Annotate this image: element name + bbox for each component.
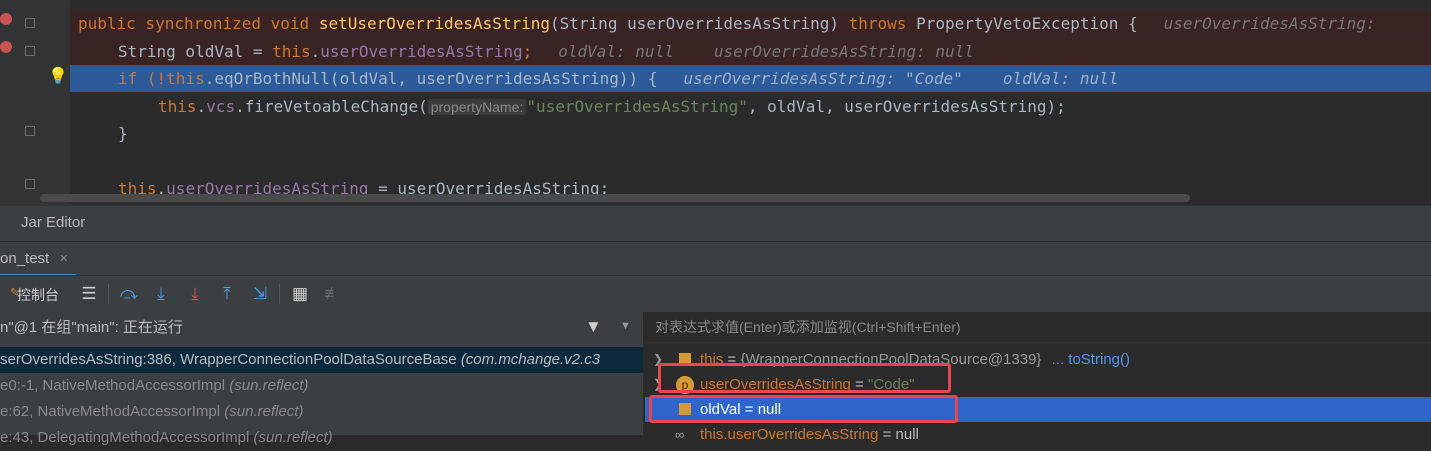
step-into-icon[interactable]: ⤓ bbox=[150, 283, 172, 305]
code-text: . bbox=[196, 97, 207, 116]
frame-method: serOverridesAsString:386, WrapperConnect… bbox=[0, 351, 457, 368]
debug-toolbar: ✎ 控制台 ☰ ⤼ ⤓ ⤓ ⤒ ⇲ ▦ ≢ bbox=[0, 275, 1431, 313]
run-to-cursor-icon[interactable]: ⇲ bbox=[249, 283, 271, 305]
frame-method: e:62, NativeMethodAccessorImpl bbox=[0, 403, 221, 420]
frame-row[interactable]: e0:-1, NativeMethodAccessorImpl (sun.ref… bbox=[0, 373, 643, 399]
step-over-icon[interactable]: ⤼ bbox=[118, 283, 140, 305]
parameter-hint: propertyName: bbox=[427, 99, 527, 115]
jar-editor-bar[interactable]: Jar Editor bbox=[0, 205, 1431, 242]
tab-label: on_test bbox=[0, 250, 50, 267]
frame-row[interactable]: e:62, NativeMethodAccessorImpl (sun.refl… bbox=[0, 399, 643, 425]
fold-marker-icon[interactable] bbox=[25, 18, 35, 28]
highlight-box bbox=[658, 363, 951, 393]
method-name: setUserOverridesAsString bbox=[318, 14, 551, 33]
toolbar-divider bbox=[279, 284, 280, 304]
thread-selector[interactable]: n"@1 在组"main": 正在运行 bbox=[0, 316, 183, 340]
inline-value-hint: userOverridesAsString: bbox=[1163, 14, 1376, 33]
code-text: String oldVal = bbox=[118, 42, 273, 61]
editor-gutter[interactable]: 💡 bbox=[0, 0, 70, 205]
frame-package: (sun.reflect) bbox=[229, 377, 309, 394]
frame-package: (com.mchange.v2.c3 bbox=[460, 351, 601, 368]
keyword: throws bbox=[848, 14, 907, 33]
keyword: this bbox=[166, 69, 205, 88]
inline-value-hint: userOverridesAsString: "Code" bbox=[683, 69, 963, 88]
close-icon[interactable]: × bbox=[59, 250, 68, 267]
inline-value-hint: userOverridesAsString: null bbox=[713, 42, 974, 61]
evaluate-expression-input[interactable]: 对表达式求值(Enter)或添加监视(Ctrl+Shift+Enter) bbox=[645, 312, 1431, 343]
code-line-1[interactable]: public synchronized void setUserOverride… bbox=[70, 10, 1431, 37]
frame-row-selected[interactable]: serOverridesAsString:386, WrapperConnect… bbox=[0, 347, 643, 373]
evaluate-expression-icon[interactable]: ▦ bbox=[289, 283, 311, 305]
tab-debug-session[interactable]: on_test × bbox=[0, 242, 77, 277]
layout-menu-icon[interactable]: ☰ bbox=[78, 283, 100, 305]
field-name: userOverridesAsString bbox=[320, 42, 523, 61]
highlight-box bbox=[649, 395, 958, 423]
fold-marker-icon[interactable] bbox=[25, 46, 35, 56]
code-text: PropertyVetoException { bbox=[906, 14, 1138, 33]
frame-package: (sun.reflect) bbox=[224, 403, 304, 420]
frame-row[interactable]: e:43, DelegatingMethodAccessorImpl (sun.… bbox=[0, 425, 643, 451]
step-out-icon[interactable]: ⤒ bbox=[216, 283, 238, 305]
code-line-4[interactable]: this.vcs.fireVetoableChange(propertyName… bbox=[70, 93, 1431, 120]
code-text: (String userOverridesAsString) bbox=[550, 14, 849, 33]
keyword: public synchronized void bbox=[78, 14, 319, 33]
keyword: this bbox=[158, 97, 197, 116]
debug-tab-bar: on_test × bbox=[0, 241, 1431, 277]
code-text: . bbox=[310, 42, 321, 61]
variables-panel: 对表达式求值(Enter)或添加监视(Ctrl+Shift+Enter) ❯ t… bbox=[645, 312, 1431, 443]
inline-value-hint: oldVal: null bbox=[1002, 69, 1119, 88]
fold-marker-icon[interactable] bbox=[25, 126, 35, 136]
code-editor[interactable]: 💡 public synchronized void setUserOverri… bbox=[0, 0, 1431, 205]
code-line-5[interactable]: } bbox=[70, 120, 1431, 147]
chevron-down-icon[interactable]: ▼ bbox=[620, 320, 631, 332]
code-line-current[interactable]: if (!this.eqOrBothNull(oldVal, userOverr… bbox=[70, 65, 1431, 92]
frame-package: (sun.reflect) bbox=[253, 429, 333, 446]
tostring-link[interactable]: ... toString() bbox=[1052, 351, 1130, 368]
code-line-2[interactable]: String oldVal = this.userOverridesAsStri… bbox=[70, 38, 1431, 65]
filter-icon[interactable]: ▼ bbox=[585, 317, 602, 337]
code-text: ; bbox=[522, 42, 533, 61]
code-text: } bbox=[118, 124, 128, 143]
frame-method: e0:-1, NativeMethodAccessorImpl bbox=[0, 377, 226, 394]
code-text: .eqOrBothNull(oldVal, userOverridesAsStr… bbox=[204, 69, 658, 88]
jar-editor-label[interactable]: Jar Editor bbox=[21, 214, 85, 231]
horizontal-scrollbar[interactable] bbox=[40, 194, 1190, 202]
inline-value-hint: oldVal: null bbox=[558, 42, 674, 61]
code-text: , oldVal, userOverridesAsString); bbox=[747, 97, 1066, 116]
toolbar-divider bbox=[108, 284, 109, 304]
field-name: vcs bbox=[206, 97, 236, 116]
string-literal: "userOverridesAsString" bbox=[526, 97, 748, 116]
keyword: if (! bbox=[118, 69, 167, 88]
lightbulb-icon[interactable]: 💡 bbox=[48, 66, 68, 86]
breakpoint-icon[interactable] bbox=[0, 13, 12, 25]
keyword: this bbox=[272, 42, 311, 61]
frame-method: e:43, DelegatingMethodAccessorImpl bbox=[0, 429, 250, 446]
breakpoint-icon[interactable] bbox=[0, 41, 12, 53]
fold-marker-icon[interactable] bbox=[25, 179, 35, 189]
trace-stream-icon[interactable]: ≢ bbox=[322, 283, 344, 305]
console-tab[interactable]: 控制台 bbox=[17, 285, 59, 305]
force-step-into-icon[interactable]: ⤓ bbox=[184, 283, 206, 305]
code-text: .fireVetoableChange( bbox=[235, 97, 428, 116]
frames-panel: n"@1 在组"main": 正在运行 ▼ ▼ serOverridesAsSt… bbox=[0, 312, 644, 446]
